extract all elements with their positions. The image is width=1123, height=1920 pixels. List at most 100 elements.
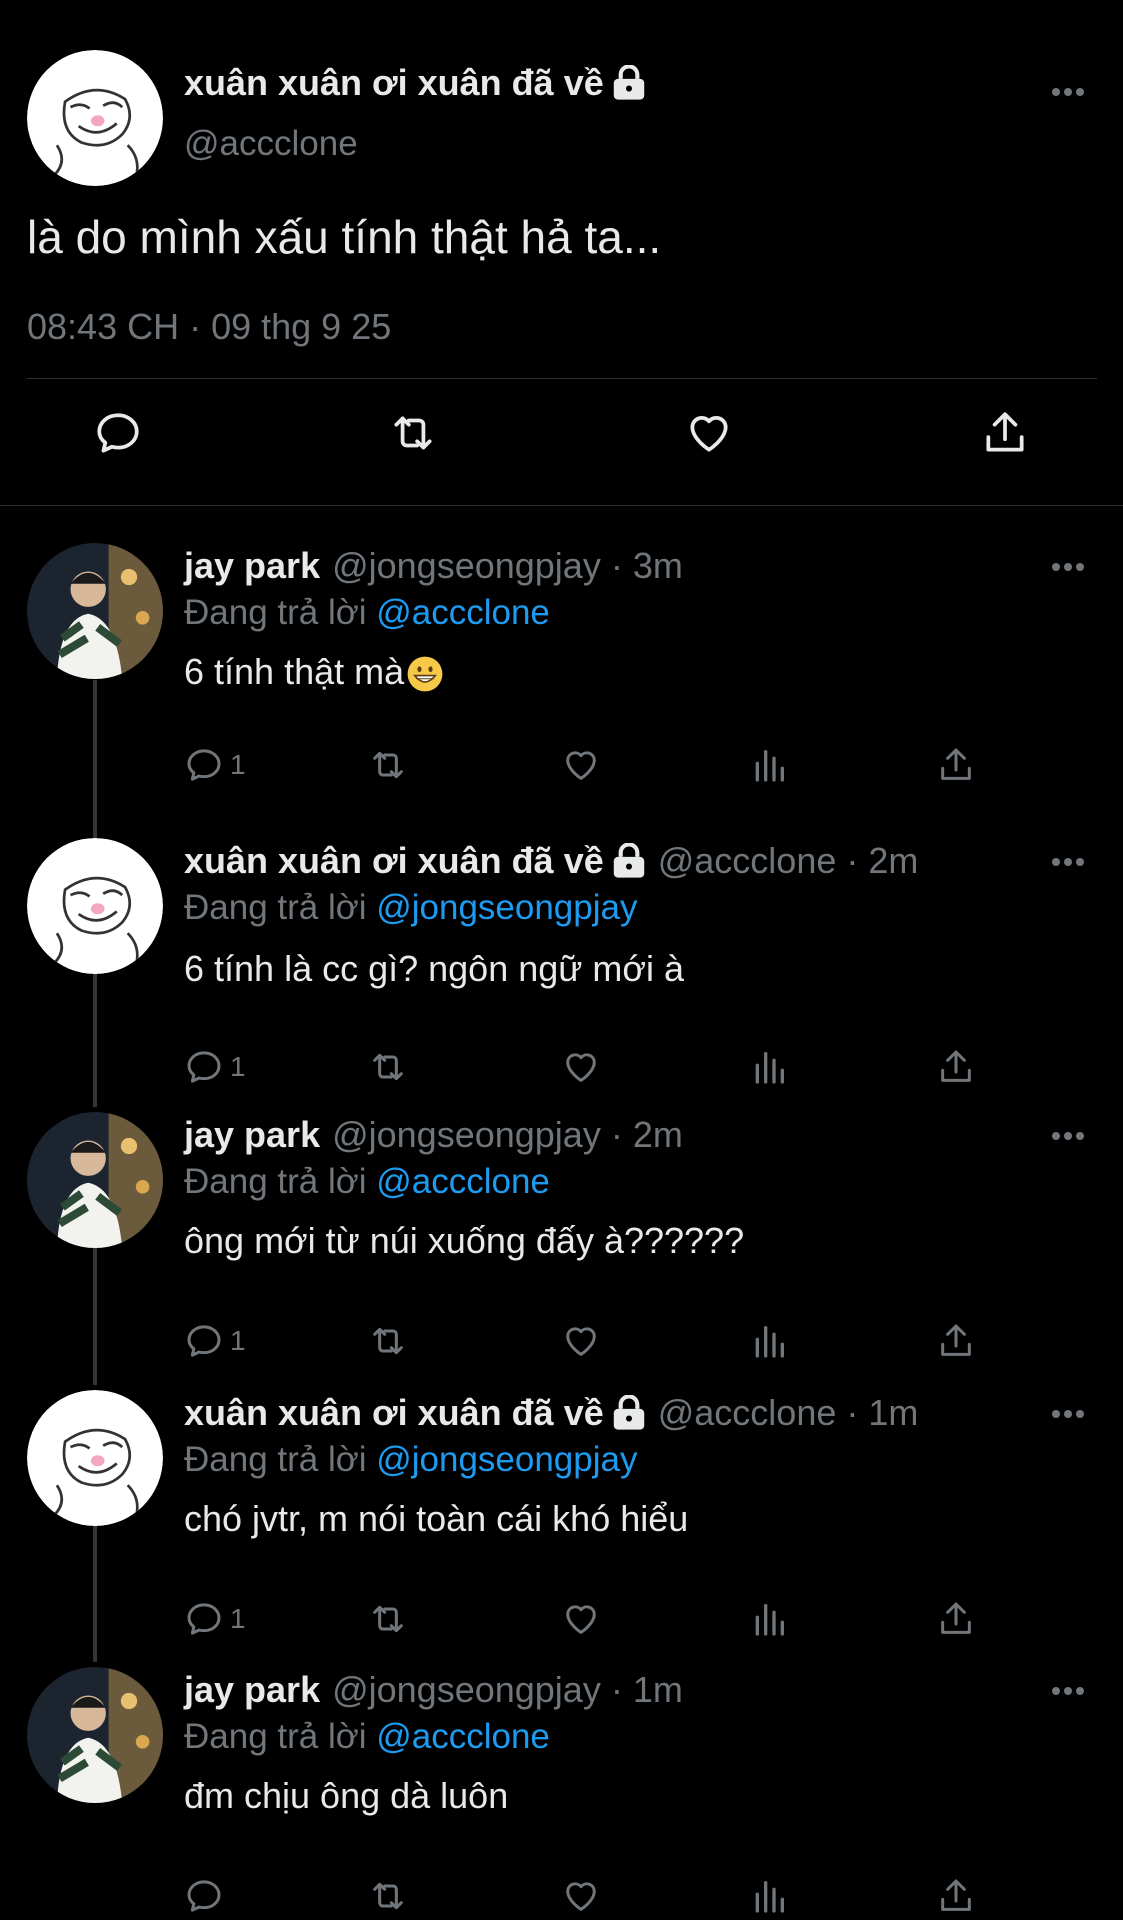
bar-chart-icon (755, 750, 784, 782)
replying-to: Đang trả lời @accclone (184, 593, 550, 633)
author-name[interactable]: jay park (184, 545, 320, 587)
retweet-icon (373, 1327, 403, 1355)
author-name[interactable]: xuân xuân ơi xuân đã về (184, 1392, 604, 1434)
lock-icon (613, 1395, 644, 1430)
reply-tweet[interactable]: xuân xuân ơi xuân đã về @accclone · 1m Đ… (0, 1390, 1123, 1667)
author-name[interactable]: jay park (184, 1669, 320, 1711)
lock-icon (613, 65, 644, 100)
reply-count: 1 (230, 749, 246, 780)
author-avatar[interactable] (27, 1390, 163, 1526)
author-name[interactable]: jay park (184, 1114, 320, 1156)
reply-text: chó jvtr, m nói toàn cái khó hiểu (184, 1498, 689, 1539)
share-button[interactable] (936, 1319, 976, 1363)
reply-button[interactable]: 1 (184, 1045, 246, 1089)
reply-tweet[interactable]: xuân xuân ơi xuân đã về @accclone · 2m Đ… (0, 838, 1123, 1115)
share-button[interactable] (936, 1045, 976, 1089)
reply-button[interactable] (90, 405, 146, 461)
author-handle-time[interactable]: @jongseongpjay · 3m (332, 545, 683, 587)
mention-link[interactable]: @jongseongpjay (376, 888, 637, 927)
views-button[interactable] (749, 743, 789, 787)
like-button[interactable] (561, 1045, 601, 1089)
retweet-button[interactable] (368, 1045, 408, 1089)
reply-header: xuân xuân ơi xuân đã về @accclone · 2m (184, 840, 918, 882)
replying-label: Đang trả lời (184, 593, 377, 632)
author-avatar[interactable] (27, 50, 163, 186)
reply-button[interactable]: 1 (184, 1319, 246, 1363)
mention-link[interactable]: @accclone (376, 1717, 550, 1756)
author-handle-time[interactable]: @jongseongpjay · 1m (332, 1669, 683, 1711)
author-avatar[interactable] (27, 838, 163, 974)
views-button[interactable] (749, 1874, 789, 1918)
author-handle-time[interactable]: @accclone · 2m (658, 840, 919, 882)
retweet-button[interactable] (385, 405, 441, 461)
divider (0, 505, 1123, 506)
more-options-icon[interactable] (1050, 1130, 1086, 1142)
heart-icon (566, 751, 596, 780)
reply-tweet[interactable]: jay park @jongseongpjay · 1m Đang trả lờ… (0, 1667, 1123, 1920)
retweet-button[interactable] (368, 1874, 408, 1918)
author-avatar[interactable] (27, 1112, 163, 1248)
reply-button[interactable] (184, 1874, 230, 1918)
author-name[interactable]: xuân xuân ơi xuân đã về (184, 840, 604, 882)
share-icon (941, 1050, 971, 1082)
more-options-icon[interactable] (1050, 1685, 1086, 1697)
retweet-button[interactable] (368, 1597, 408, 1641)
heart-icon (566, 1882, 596, 1911)
reply-actions: 1 (184, 1045, 984, 1089)
tweet-timestamp[interactable]: 08:43 CH · 09 thg 9 25 (27, 306, 391, 348)
like-button[interactable] (561, 743, 601, 787)
author-name-row[interactable]: xuân xuân ơi xuân đã về (184, 62, 646, 104)
reply-actions: 1 (184, 743, 984, 787)
mention-link[interactable]: @accclone (376, 1162, 550, 1201)
bar-chart-icon (755, 1052, 784, 1084)
reply-text: ông mới từ núi xuống đấy à?????? (184, 1220, 745, 1261)
tweet-text: là do mình xấu tính thật hả ta... (27, 211, 662, 263)
mention-link[interactable]: @accclone (376, 593, 550, 632)
reply-button[interactable]: 1 (184, 1597, 246, 1641)
share-button[interactable] (936, 1597, 976, 1641)
heart-icon (566, 1605, 596, 1634)
author-handle[interactable]: @accclone (184, 124, 358, 164)
replying-label: Đang trả lời (184, 1717, 377, 1756)
like-button[interactable] (561, 1874, 601, 1918)
share-icon (941, 1879, 971, 1911)
reply-button[interactable]: 1 (184, 743, 246, 787)
views-button[interactable] (749, 1045, 789, 1089)
divider (27, 378, 1097, 379)
heart-icon (566, 1053, 596, 1082)
share-button[interactable] (977, 405, 1033, 461)
replying-label: Đang trả lời (184, 888, 377, 927)
replying-to: Đang trả lời @jongseongpjay (184, 1440, 637, 1480)
share-icon (986, 412, 1024, 452)
views-button[interactable] (749, 1319, 789, 1363)
more-options-icon[interactable] (1050, 561, 1086, 573)
retweet-icon (373, 1882, 403, 1910)
replying-label: Đang trả lời (184, 1162, 377, 1201)
like-button[interactable] (681, 405, 737, 461)
reply-header: jay park @jongseongpjay · 3m (184, 545, 683, 587)
like-button[interactable] (561, 1319, 601, 1363)
retweet-button[interactable] (368, 743, 408, 787)
reply-text-content: 6 tính thật mà (184, 651, 405, 692)
share-button[interactable] (936, 743, 976, 787)
reply-tweet[interactable]: jay park @jongseongpjay · 3m Đang trả lờ… (0, 543, 1123, 820)
more-options-icon[interactable] (1050, 856, 1086, 868)
author-handle-time[interactable]: @accclone · 1m (658, 1392, 919, 1434)
author-handle-time[interactable]: @jongseongpjay · 2m (332, 1114, 683, 1156)
views-button[interactable] (749, 1597, 789, 1641)
replying-to: Đang trả lời @jongseongpjay (184, 888, 637, 928)
retweet-icon (373, 1605, 403, 1633)
author-avatar[interactable] (27, 1667, 163, 1803)
reply-tweet[interactable]: jay park @jongseongpjay · 2m Đang trả lờ… (0, 1112, 1123, 1389)
mention-link[interactable]: @jongseongpjay (376, 1440, 637, 1479)
share-icon (941, 748, 971, 780)
share-button[interactable] (936, 1874, 976, 1918)
retweet-button[interactable] (368, 1319, 408, 1363)
more-options-icon[interactable] (1050, 86, 1086, 98)
like-button[interactable] (561, 1597, 601, 1641)
author-avatar[interactable] (27, 543, 163, 679)
reply-text: 6 tính thật mà (184, 651, 444, 693)
more-options-icon[interactable] (1050, 1408, 1086, 1420)
replying-to: Đang trả lời @accclone (184, 1162, 550, 1202)
author-name[interactable]: xuân xuân ơi xuân đã về (184, 62, 604, 104)
